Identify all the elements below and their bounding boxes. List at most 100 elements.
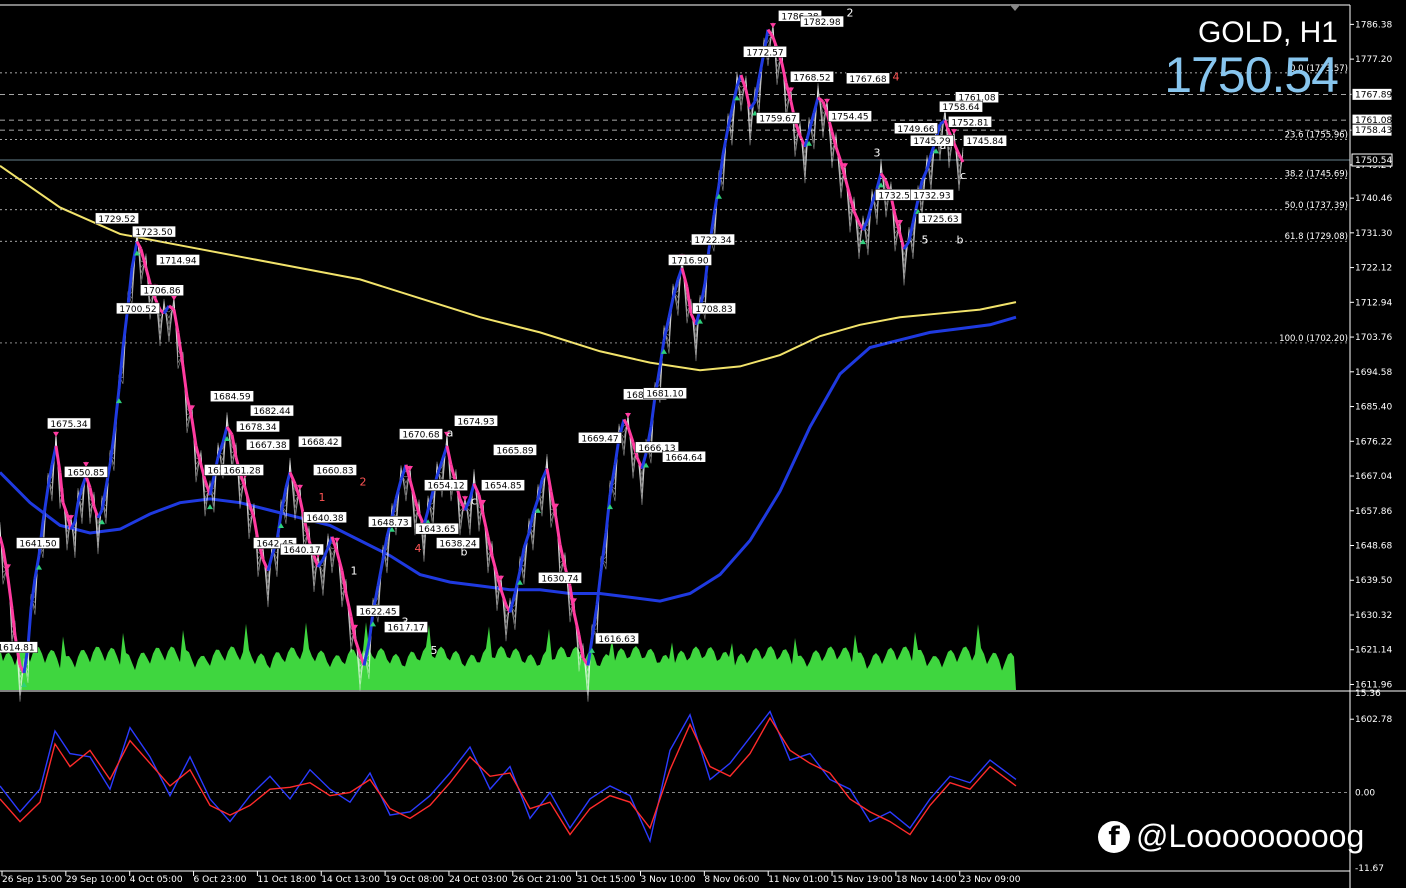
price-tick-label: 1777.20 [1355, 55, 1392, 65]
sell-arrow-icon [462, 496, 468, 502]
price-segment [73, 502, 80, 522]
price-label: 1684.59 [213, 393, 250, 403]
price-tag-label: 1767.89 [1355, 90, 1392, 100]
price-segment [208, 475, 216, 496]
price-label: 1682.44 [253, 407, 290, 417]
time-tick-label: 23 Nov 09:00 [960, 875, 1021, 885]
price-segment [381, 536, 389, 560]
volume-area [0, 622, 1016, 690]
price-segment [0, 536, 5, 549]
time-tick-label: 14 Oct 13:00 [321, 875, 380, 885]
price-segment [61, 502, 69, 515]
price-tick-label: 1712.94 [1355, 298, 1392, 308]
price-label: 1745.84 [966, 137, 1003, 147]
wave-mark: b [461, 546, 468, 559]
price-label: 1640.38 [306, 514, 343, 524]
price-segment [108, 434, 116, 466]
wave-mark: 3 [874, 146, 881, 159]
price-segment [46, 464, 54, 488]
price-segment [536, 479, 544, 500]
wave-mark: 1 [319, 491, 326, 504]
price-tick-label: 1621.14 [1355, 646, 1392, 656]
price-segment [58, 472, 65, 503]
price-tick-label: 1694.58 [1355, 368, 1392, 378]
price-segment [848, 195, 856, 212]
watermark: f @Looooooooog [1098, 818, 1364, 855]
price-label: 1725.63 [921, 215, 958, 225]
price-label: 1669.47 [581, 434, 618, 444]
price-segment [527, 513, 535, 534]
price-segment [252, 517, 260, 541]
price-segment [88, 487, 96, 507]
ribbon-bands [0, 22, 964, 702]
ribbon-line [0, 22, 964, 702]
price-label: 1749.66 [897, 125, 934, 135]
wave-mark: 3 [402, 616, 409, 629]
price-label: 1616.63 [598, 635, 635, 645]
ribbon-line [0, 25, 964, 696]
price-tick-label: 1703.76 [1355, 333, 1392, 343]
volume-histogram [0, 622, 1016, 690]
sell-arrow-icon [770, 23, 776, 29]
price-label: 1665.89 [496, 446, 533, 456]
price-label: 1614.81 [0, 644, 35, 654]
price-segment [76, 487, 84, 504]
price-segment [753, 78, 761, 102]
price-label: 1758.64 [942, 103, 979, 113]
price-label: 1767.68 [849, 75, 886, 85]
fib-level-label: 38.2 (1745.69) [1285, 169, 1348, 179]
price-segment [604, 494, 612, 534]
price-segment [26, 608, 33, 647]
price-segment [181, 366, 189, 397]
price-label: 1754.45 [831, 113, 868, 123]
price-label: 1667.38 [249, 441, 286, 451]
shift-marker-icon [1010, 5, 1020, 11]
price-tag-label: 1750.54 [1355, 156, 1392, 166]
osc-red-line [0, 716, 1017, 836]
time-tick-label: 15 Nov 19:00 [832, 875, 893, 885]
price-segment [54, 445, 62, 473]
wave-mark: c [471, 495, 477, 508]
price-segment [649, 396, 657, 428]
price-segment [545, 468, 553, 492]
price-label: 1650.85 [67, 468, 104, 478]
price-segment [925, 154, 933, 171]
price-segment [225, 426, 234, 436]
time-tick-label: 31 Oct 15:00 [577, 875, 636, 885]
price-label: 1681.10 [646, 390, 683, 400]
osc-tick-label: 0.00 [1355, 788, 1375, 798]
wave-mark: 5 [922, 233, 929, 246]
sell-arrow-icon [625, 412, 631, 418]
time-tick-label: 11 Nov 01:00 [768, 875, 829, 885]
price-label: 1678.34 [239, 423, 276, 433]
fibonacci-levels: 0.0 (1773.57)23.6 (1755.96)38.2 (1745.69… [0, 64, 1350, 344]
price-label: 1648.73 [371, 518, 408, 528]
price-label: 1722.34 [694, 236, 731, 246]
price-tick-label: 1722.12 [1355, 264, 1392, 274]
price-segment [230, 434, 238, 458]
price-label: 1668.42 [301, 438, 338, 448]
price-segment [866, 203, 874, 220]
gold-h1-chart[interactable]: 0.0 (1773.57)23.6 (1755.96)38.2 (1745.69… [0, 0, 1406, 888]
price-label: 1716.90 [671, 256, 708, 266]
fib-level-label: 23.6 (1755.96) [1285, 131, 1348, 141]
wave-mark: 2 [360, 476, 367, 489]
price-label: 1759.67 [759, 115, 796, 125]
price-label: 1729.52 [98, 215, 135, 225]
price-segment [518, 547, 526, 572]
price-segment [243, 487, 251, 504]
time-tick-label: 6 Oct 23:00 [194, 875, 247, 885]
price-label: 1782.98 [803, 18, 840, 28]
osc-blue-line [0, 710, 1017, 844]
price-segment [100, 487, 108, 511]
time-tick-label: 26 Sep 15:00 [2, 875, 62, 885]
time-tick-label: 29 Sep 10:00 [66, 875, 126, 885]
price-segment [340, 570, 348, 594]
symbol-timeframe-title: GOLD, H1 [1197, 16, 1338, 49]
price-segment [144, 267, 152, 284]
price-labels: 1786.381782.981772.571768.52 1767.681759.… [0, 10, 1007, 654]
price-label: 1674.93 [457, 417, 494, 427]
price-tick-label: 1685.40 [1355, 403, 1392, 413]
time-tick-label: 26 Oct 21:00 [513, 875, 572, 885]
osc-tick-label: -11.67 [1355, 864, 1384, 874]
